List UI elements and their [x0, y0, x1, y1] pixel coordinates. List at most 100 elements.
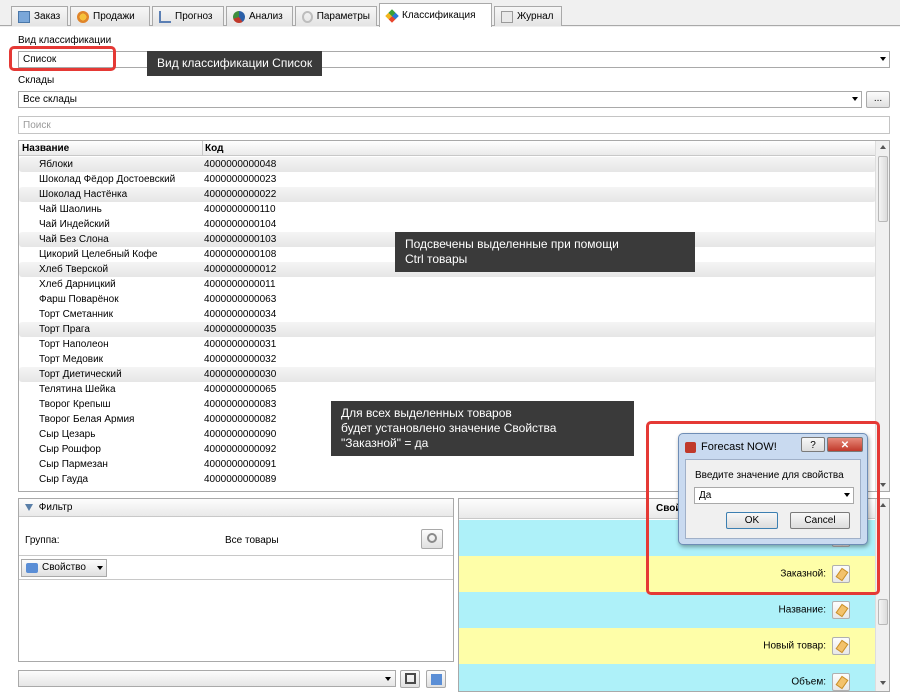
row-code: 4000000000065 — [204, 384, 277, 395]
callout-line: Подсвечены выделенные при помощи — [405, 237, 619, 251]
analysis-icon — [233, 10, 245, 23]
filter-clear-icon — [430, 674, 442, 685]
row-name: Чай Шаолинь — [39, 204, 102, 215]
filter-add-icon — [26, 563, 38, 573]
clear-filter-button[interactable] — [426, 670, 446, 688]
filter-preset-select[interactable] — [18, 670, 396, 687]
row-name: Торт Медовик — [39, 354, 104, 365]
tab-order[interactable]: Заказ — [11, 6, 68, 26]
scroll-up-icon[interactable] — [880, 145, 886, 149]
warehouses-label: Склады — [18, 75, 55, 86]
row-code: 4000000000089 — [204, 474, 277, 485]
callout-line: "Заказной" = да — [341, 436, 429, 450]
property-row: Название: — [459, 592, 876, 628]
scroll-down-icon[interactable] — [880, 681, 886, 685]
table-row[interactable]: Чай Шаолинь 4000000000110 — [19, 202, 876, 217]
edit-property-icon[interactable] — [832, 637, 850, 655]
table-row[interactable]: Телятина Шейка 4000000000065 — [19, 382, 876, 397]
row-code: 4000000000090 — [204, 429, 277, 440]
scroll-up-icon[interactable] — [880, 503, 886, 507]
scroll-thumb[interactable] — [878, 156, 888, 222]
warehouses-value: Все склады — [23, 94, 77, 105]
row-name: Сыр Гауда — [39, 474, 89, 485]
callout-line: Ctrl товары — [405, 252, 468, 266]
chevron-down-icon — [844, 493, 850, 497]
warehouses-select[interactable]: Все склады — [18, 91, 862, 108]
row-name: Сыр Цезарь — [39, 429, 96, 440]
row-name: Чай Индейский — [39, 219, 110, 230]
row-code: 4000000000048 — [204, 159, 277, 170]
dialog-close-button[interactable]: ✕ — [827, 437, 863, 452]
tab-label: Анализ — [249, 11, 283, 22]
tab-analysis[interactable]: Анализ — [226, 6, 293, 26]
row-name: Чай Без Слона — [39, 234, 109, 245]
column-code-header[interactable]: Код — [205, 143, 223, 154]
callout-all-selected: Для всех выделенных товаров будет устано… — [331, 401, 634, 456]
save-filter-button[interactable] — [400, 670, 420, 688]
highlight-classification-type — [9, 46, 116, 71]
row-code: 4000000000023 — [204, 174, 277, 185]
search-input[interactable]: Поиск — [18, 116, 890, 134]
tab-label: Прогноз — [175, 11, 213, 22]
row-name: Телятина Шейка — [39, 384, 116, 395]
row-name: Творог Крепыш — [39, 399, 111, 410]
row-name: Хлеб Тверской — [39, 264, 109, 275]
dialog-help-button[interactable]: ? — [801, 437, 825, 452]
table-row[interactable]: Фарш Поварёнок 4000000000063 — [19, 292, 876, 307]
property-button-label: Свойство — [42, 562, 86, 573]
row-code: 4000000000012 — [204, 264, 277, 275]
row-code: 4000000000031 — [204, 339, 277, 350]
tab-forecast[interactable]: Прогноз — [152, 6, 224, 26]
column-name-header[interactable]: Название — [22, 143, 69, 154]
table-row[interactable]: Торт Сметанник 4000000000034 — [19, 307, 876, 322]
row-code: 4000000000022 — [204, 189, 277, 200]
filter-panel: Фильтр Группа: Все товары Свойство — [18, 498, 454, 662]
chevron-down-icon — [880, 57, 886, 61]
tab-label: Журнал — [517, 11, 554, 22]
chevron-down-icon — [97, 566, 103, 570]
table-row[interactable]: Шоколад Настёнка 4000000000022 — [19, 187, 876, 202]
property-value-dialog: Forecast NOW! ? ✕ Введите значение для с… — [678, 433, 868, 545]
edit-property-icon[interactable] — [832, 673, 850, 691]
app-logo-icon — [685, 442, 696, 453]
table-row[interactable]: Хлеб Дарницкий 4000000000011 — [19, 277, 876, 292]
property-label: Название: — [778, 604, 826, 616]
filter-header[interactable]: Фильтр — [19, 499, 453, 517]
table-row[interactable]: Чай Индейский 4000000000104 — [19, 217, 876, 232]
group-label: Группа: — [25, 535, 60, 546]
property-row: Объем: — [459, 664, 876, 691]
save-icon — [404, 673, 416, 684]
scroll-down-icon[interactable] — [880, 483, 886, 487]
tab-sales[interactable]: Продажи — [70, 6, 150, 26]
order-icon — [18, 10, 30, 23]
dialog-value-select[interactable]: Да — [694, 487, 854, 504]
table-row[interactable]: Торт Прага 4000000000035 — [19, 322, 876, 337]
row-name: Шоколад Настёнка — [39, 189, 128, 200]
table-row[interactable]: Шоколад Фёдор Достоевский 4000000000023 — [19, 172, 876, 187]
table-row[interactable]: Торт Медовик 4000000000032 — [19, 352, 876, 367]
callout-classification-type: Вид классификации Список — [147, 51, 323, 76]
row-code: 4000000000082 — [204, 414, 277, 425]
table-row[interactable]: Торт Диетический 4000000000030 — [19, 367, 876, 382]
group-search-button[interactable] — [421, 529, 443, 549]
property-label: Объем: — [791, 676, 826, 688]
ok-button[interactable]: OK — [726, 512, 778, 529]
tab-parameters[interactable]: Параметры — [295, 6, 377, 26]
table-row[interactable]: Торт Наполеон 4000000000031 — [19, 337, 876, 352]
property-row: Новый товар: — [459, 628, 876, 664]
cancel-button[interactable]: Cancel — [790, 512, 850, 529]
tab-journal[interactable]: Журнал — [494, 6, 562, 26]
row-code: 4000000000092 — [204, 444, 277, 455]
callout-highlighted-items: Подсвечены выделенные при помощи Ctrl то… — [395, 232, 695, 272]
table-row[interactable]: Яблоки 4000000000048 — [19, 157, 876, 172]
edit-property-icon[interactable] — [832, 601, 850, 619]
row-code: 4000000000035 — [204, 324, 277, 335]
property-filter-button[interactable]: Свойство — [21, 559, 107, 577]
grid-header: Название Код — [19, 141, 876, 156]
warehouses-browse-button[interactable]: ... — [866, 91, 890, 108]
tab-classification[interactable]: Классификация — [379, 3, 492, 27]
row-name: Сыр Пармезан — [39, 459, 108, 470]
classification-icon — [385, 8, 399, 23]
magnifier-icon — [427, 533, 437, 543]
scroll-thumb[interactable] — [878, 599, 888, 625]
